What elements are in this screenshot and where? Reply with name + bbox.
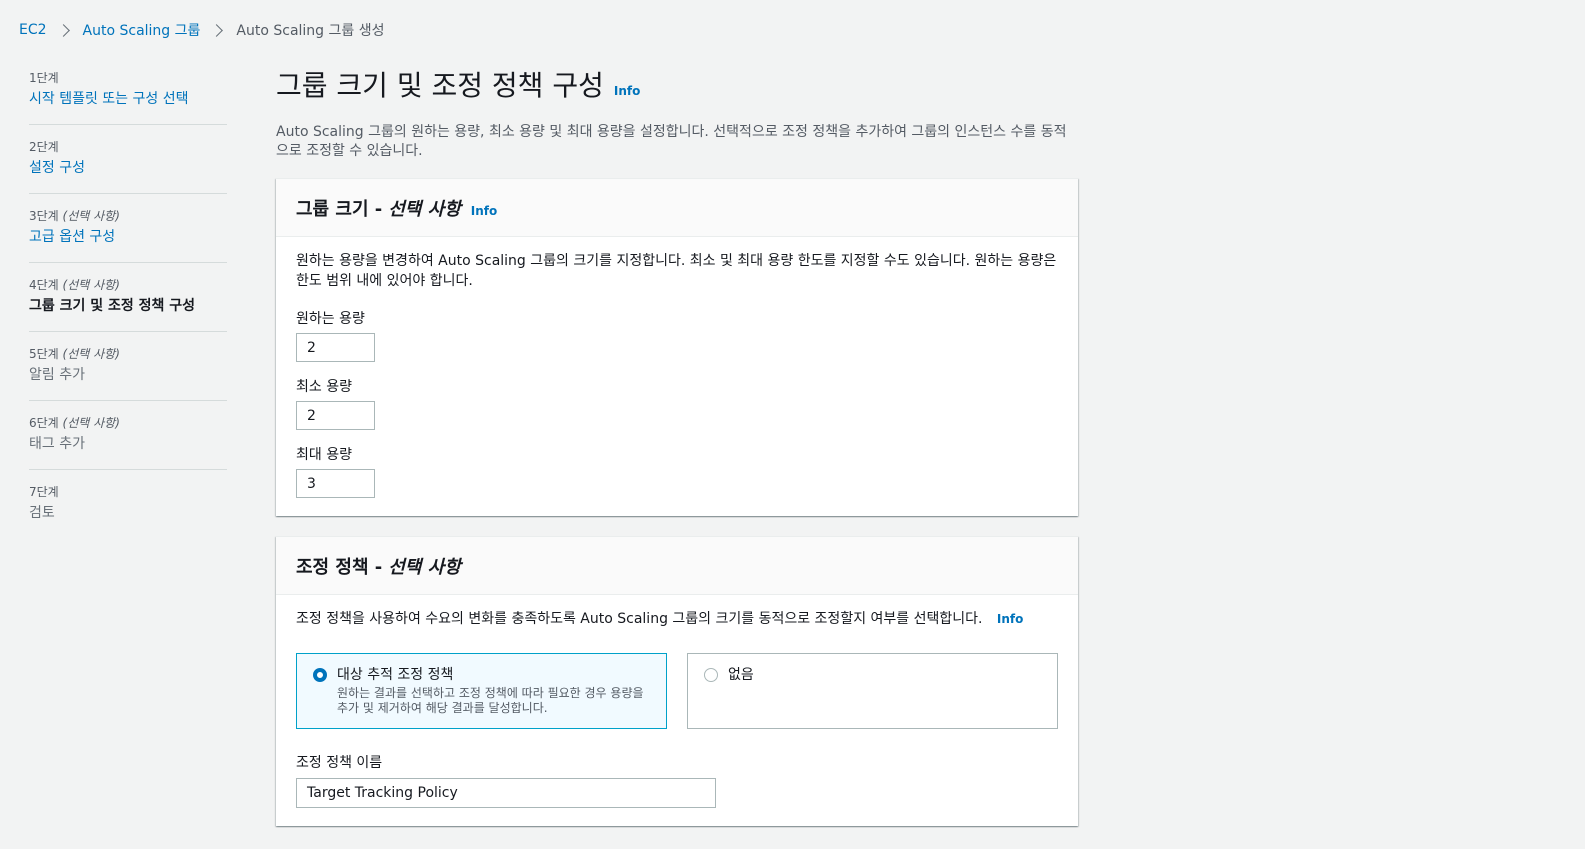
step-number: 7단계 [29, 485, 59, 499]
option-title: 없음 [728, 667, 754, 683]
heading-text: 조정 정책 - [296, 556, 383, 578]
breadcrumb-current: Auto Scaling 그룹 생성 [236, 23, 385, 39]
chevron-right-icon [56, 23, 70, 37]
step-2: 2단계 설정 구성 [29, 139, 227, 194]
desired-capacity-label: 원하는 용량 [296, 311, 365, 327]
breadcrumb-auto-scaling-groups[interactable]: Auto Scaling 그룹 [83, 20, 201, 40]
description-text: 조정 정책을 사용하여 수요의 변화를 충족하도록 Auto Scaling 그… [296, 611, 983, 627]
step-4: 4단계 (선택 사항) 그룹 크기 및 조정 정책 구성 [29, 277, 227, 332]
radio-selected-icon[interactable] [313, 668, 327, 682]
panel-header: 그룹 크기 - 선택 사항 Info [276, 179, 1078, 237]
step-add-tags: 태그 추가 [29, 436, 85, 452]
step-5: 5단계 (선택 사항) 알림 추가 [29, 346, 227, 401]
option-description: 원하는 결과를 선택하고 조정 정책에 따라 필요한 경우 용량을 추가 및 제… [337, 686, 644, 715]
step-link-choose-template[interactable]: 시작 템플릿 또는 구성 선택 [29, 88, 227, 110]
page-description: Auto Scaling 그룹의 원하는 용량, 최소 용량 및 최대 용량을 … [276, 124, 1067, 159]
scaling-policy-panel: 조정 정책 - 선택 사항 조정 정책을 사용하여 수요의 변화를 충족하도록 … [276, 536, 1078, 826]
desired-capacity-input[interactable]: 2 [296, 333, 375, 362]
step-7: 7단계 검토 [29, 484, 227, 538]
chevron-right-icon [210, 23, 224, 37]
step-number: 1단계 [29, 71, 59, 85]
group-size-panel: 그룹 크기 - 선택 사항 Info 원하는 용량을 변경하여 Auto Sca… [276, 178, 1078, 516]
radio-unselected-icon[interactable] [704, 668, 718, 682]
min-capacity-input[interactable]: 2 [296, 401, 375, 430]
step-number: 6단계 (선택 사항) [29, 416, 120, 430]
breadcrumb-ec2[interactable]: EC2 [19, 22, 47, 38]
step-1: 1단계 시작 템플릿 또는 구성 선택 [29, 70, 227, 125]
step-link-configure-settings[interactable]: 설정 구성 [29, 157, 227, 179]
group-size-description: 원하는 용량을 변경하여 Auto Scaling 그룹의 크기를 지정합니다.… [296, 253, 1057, 289]
panel-body: 조정 정책을 사용하여 수요의 변화를 충족하도록 Auto Scaling 그… [276, 595, 1078, 826]
wizard-steps: 1단계 시작 템플릿 또는 구성 선택 2단계 설정 구성 3단계 (선택 사항… [29, 70, 227, 552]
scaling-policy-options: 대상 추적 조정 정책 원하는 결과를 선택하고 조정 정책에 따라 필요한 경… [296, 653, 1058, 729]
panel-body: 원하는 용량을 변경하여 Auto Scaling 그룹의 크기를 지정합니다.… [276, 237, 1078, 516]
step-number: 2단계 [29, 140, 59, 154]
scaling-policy-heading: 조정 정책 - 선택 사항 [296, 553, 461, 579]
option-none[interactable]: 없음 [687, 653, 1058, 729]
group-size-info-link[interactable]: Info [471, 204, 497, 218]
step-review: 검토 [29, 505, 55, 521]
heading-optional: 선택 사항 [388, 556, 461, 578]
step-number: 5단계 (선택 사항) [29, 347, 120, 361]
page-info-link[interactable]: Info [614, 71, 640, 111]
panel-header: 조정 정책 - 선택 사항 [276, 537, 1078, 595]
page-title: 그룹 크기 및 조정 정책 구성 Info [276, 66, 1078, 111]
heading-text: 그룹 크기 - [296, 198, 383, 220]
min-capacity-label: 최소 용량 [296, 379, 352, 395]
step-link-advanced-options[interactable]: 고급 옵션 구성 [29, 226, 227, 248]
page-title-text: 그룹 크기 및 조정 정책 구성 [276, 69, 604, 102]
breadcrumb: EC2 Auto Scaling 그룹 Auto Scaling 그룹 생성 [19, 20, 384, 40]
option-title: 대상 추적 조정 정책 [337, 667, 454, 683]
scaling-policy-info-link[interactable]: Info [997, 612, 1023, 626]
max-capacity-input[interactable]: 3 [296, 469, 375, 498]
scaling-policy-description: 조정 정책을 사용하여 수요의 변화를 충족하도록 Auto Scaling 그… [296, 609, 1058, 629]
step-number: 3단계 (선택 사항) [29, 209, 120, 223]
step-add-notifications: 알림 추가 [29, 367, 85, 383]
option-target-tracking[interactable]: 대상 추적 조정 정책 원하는 결과를 선택하고 조정 정책에 따라 필요한 경… [296, 653, 667, 729]
policy-name-label: 조정 정책 이름 [296, 755, 383, 771]
max-capacity-label: 최대 용량 [296, 447, 352, 463]
step-number: 4단계 (선택 사항) [29, 278, 120, 292]
main-content: 그룹 크기 및 조정 정책 구성 Info Auto Scaling 그룹의 원… [276, 66, 1078, 826]
heading-optional: 선택 사항 [388, 198, 461, 220]
policy-name-input[interactable]: Target Tracking Policy [296, 778, 716, 808]
step-6: 6단계 (선택 사항) 태그 추가 [29, 415, 227, 470]
step-3: 3단계 (선택 사항) 고급 옵션 구성 [29, 208, 227, 263]
step-current-group-size: 그룹 크기 및 조정 정책 구성 [29, 298, 196, 314]
group-size-heading: 그룹 크기 - 선택 사항 Info [296, 195, 497, 221]
